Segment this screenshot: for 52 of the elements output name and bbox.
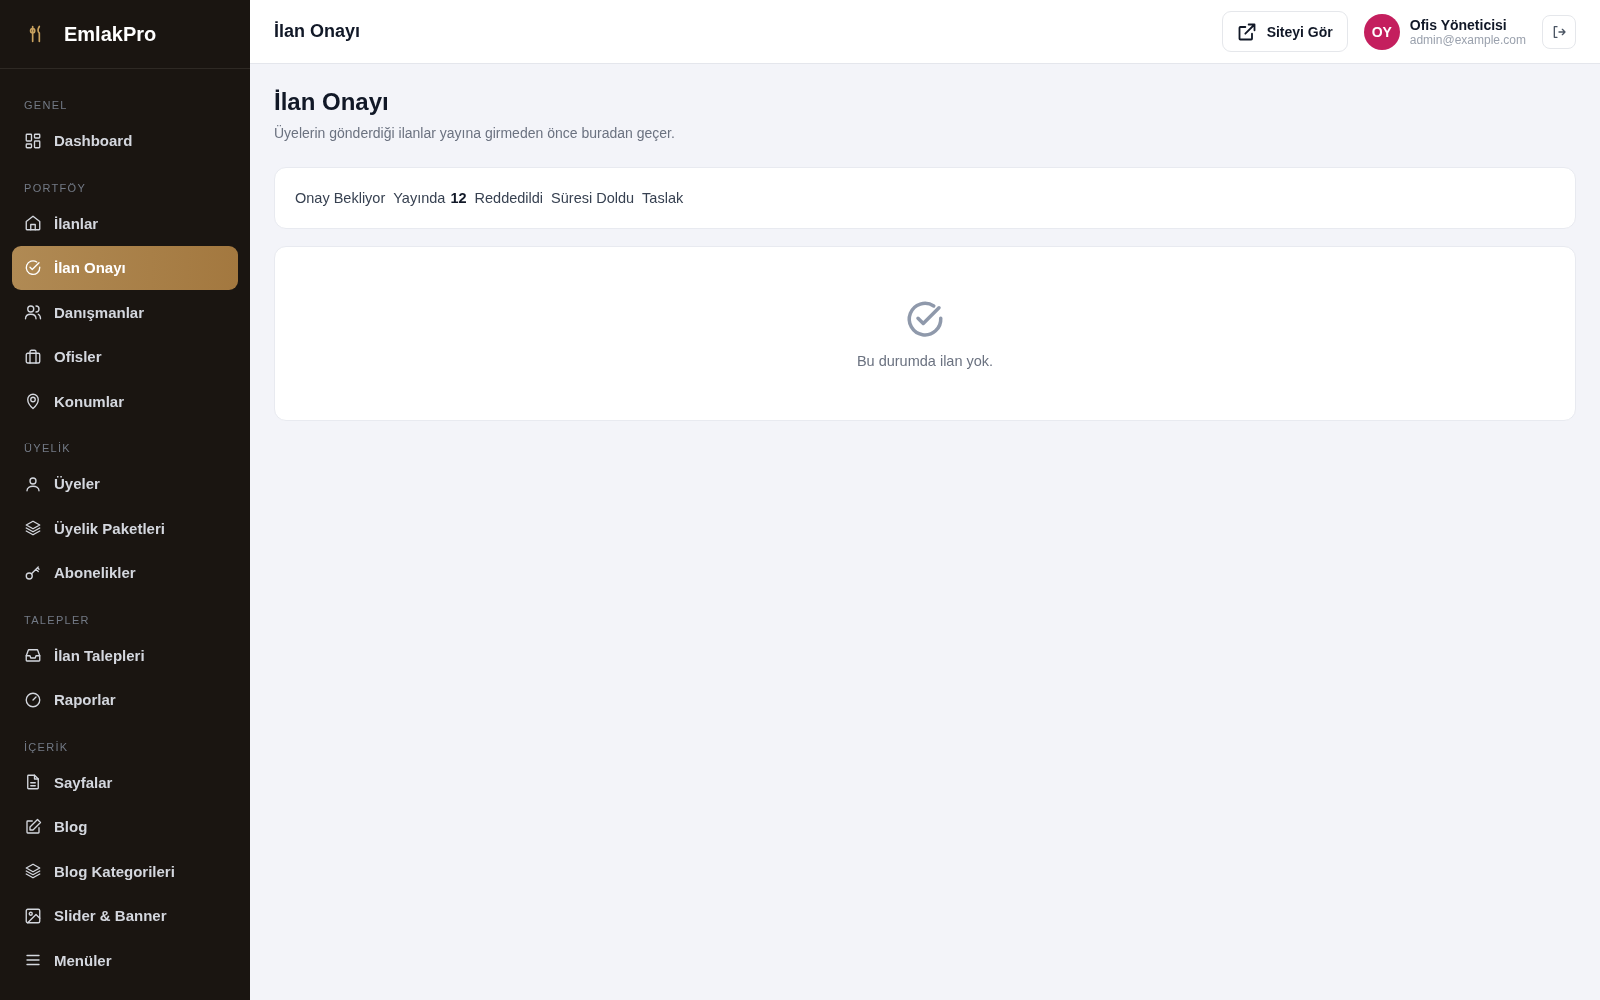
- status-tab[interactable]: Yayında 12: [393, 186, 467, 210]
- layers-icon: [24, 862, 42, 881]
- sidebar-item[interactable]: İlan Talepleri: [12, 633, 238, 677]
- empty-message: Bu durumda ilan yok.: [856, 352, 994, 369]
- section-label: TALEPLER: [23, 612, 91, 628]
- external-link-icon: [1236, 21, 1257, 42]
- logout-icon: [1551, 23, 1567, 40]
- sidebar-item[interactable]: Abonelikler: [12, 551, 238, 595]
- status-tab[interactable]: Süresi Doldu: [551, 186, 635, 210]
- pin-icon: [24, 392, 42, 411]
- page-title: İlan Onayı: [274, 21, 361, 42]
- status-tab[interactable]: Onay Bekliyor: [295, 186, 386, 210]
- check-circle-icon: [24, 258, 42, 277]
- document-icon: [24, 773, 42, 792]
- sidebar-item[interactable]: Üyeler: [12, 462, 238, 506]
- house-icon: [24, 214, 42, 233]
- sidebar-item[interactable]: İlanlar: [12, 201, 238, 245]
- user-email: admin@example.com: [1409, 32, 1526, 47]
- people-icon: [24, 303, 42, 322]
- user-avatar[interactable]: OY: [1363, 13, 1400, 50]
- status-tab[interactable]: Taslak: [642, 186, 684, 210]
- section-label: GENEL: [23, 98, 69, 113]
- sidebar-item[interactable]: Raporlar: [12, 678, 238, 722]
- tray-icon: [24, 646, 42, 665]
- sidebar-item[interactable]: Blog: [12, 805, 238, 849]
- sidebar-item[interactable]: Danışmanlar: [12, 290, 238, 334]
- section-label: İÇERİK: [23, 739, 70, 755]
- person-icon: [24, 474, 42, 493]
- sidebar-item[interactable]: Konumlar: [12, 379, 238, 423]
- page-heading: İlan Onayı: [274, 88, 390, 116]
- image-icon: [24, 906, 42, 925]
- sidebar-item[interactable]: Blog Kategorileri: [12, 849, 238, 893]
- sidebar-item[interactable]: Sayfalar: [12, 760, 238, 804]
- view-site-button[interactable]: Siteyi Gör: [1221, 11, 1348, 52]
- key-icon: [24, 563, 42, 582]
- sidebar-item[interactable]: Ofisler: [12, 335, 238, 379]
- user-name: Ofis Yöneticisi: [1409, 16, 1508, 33]
- layers-icon: [24, 519, 42, 538]
- page-subtitle: Üyelerin gönderdiği ilanlar yayına girmeden önce buradan geçer.: [274, 125, 676, 141]
- grid-icon: [24, 131, 42, 150]
- sidebar-item[interactable]: Üyelik Paketleri: [12, 506, 238, 550]
- gauge-icon: [24, 690, 42, 709]
- section-label: ÜYELİK: [23, 441, 72, 456]
- brand-name: EmlakPro: [64, 22, 157, 46]
- sidebar-item[interactable]: Slider & Banner: [12, 894, 238, 938]
- logout-button[interactable]: [1542, 14, 1576, 49]
- section-label: PORTFÖY: [23, 180, 88, 196]
- sidebar-item[interactable]: Menüler: [12, 938, 238, 982]
- pencil-icon: [24, 817, 42, 836]
- briefcase-icon: [24, 347, 42, 366]
- sidebar-item[interactable]: Dashboard: [12, 119, 238, 163]
- status-tab[interactable]: Reddedildi: [474, 186, 544, 210]
